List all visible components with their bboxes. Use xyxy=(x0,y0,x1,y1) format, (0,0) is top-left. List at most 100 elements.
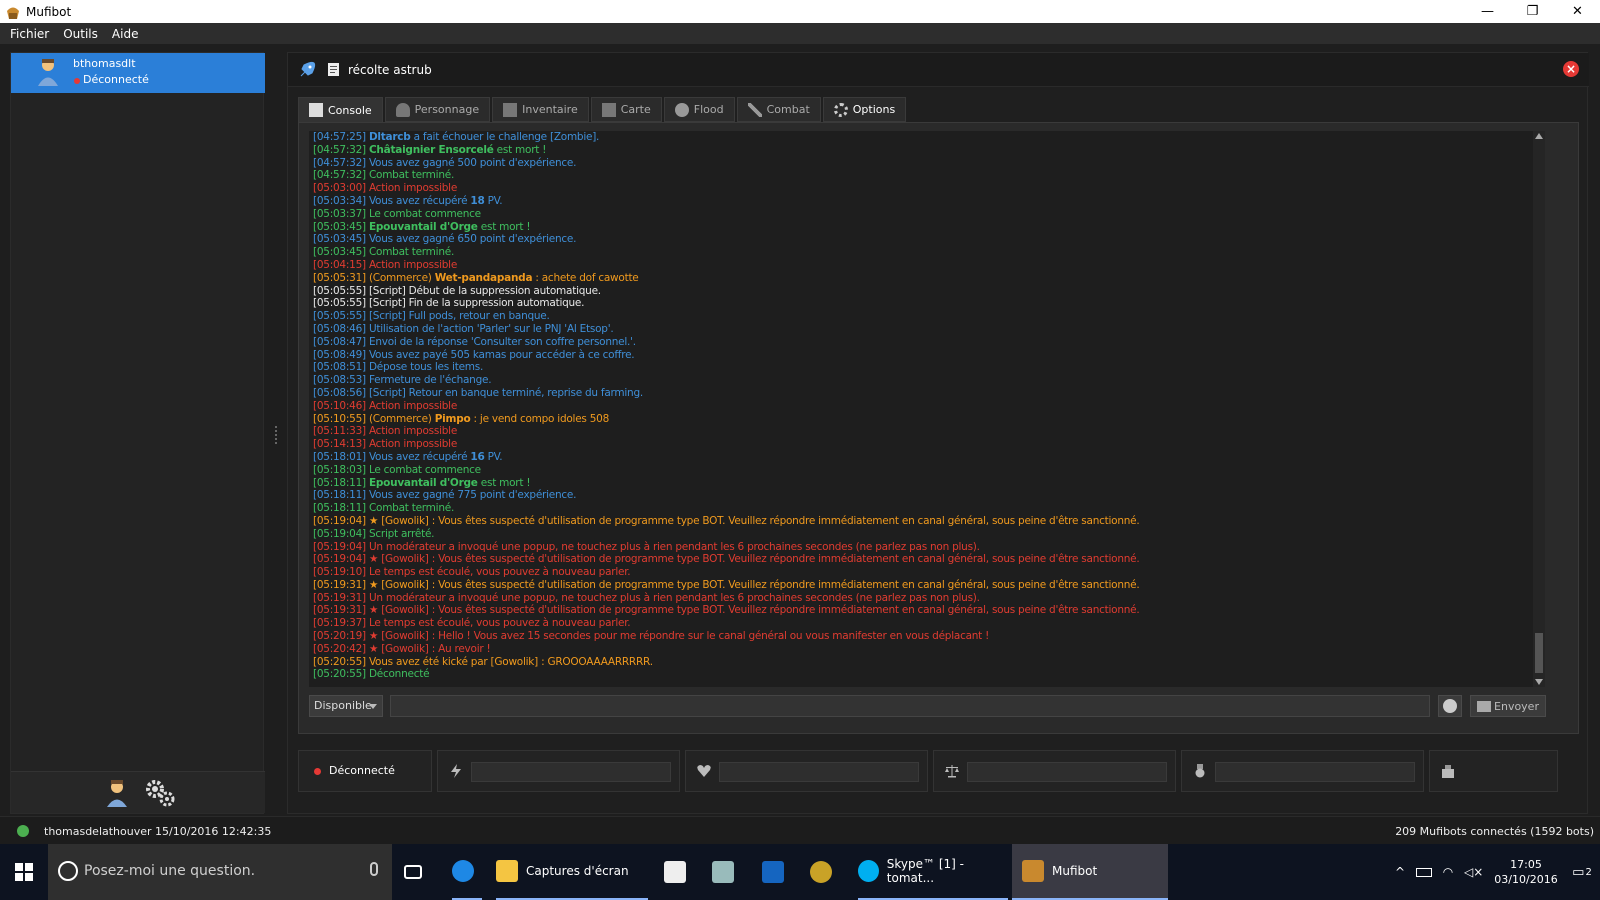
log-line: [05:05:55] [Script] Début de la suppress… xyxy=(309,285,1542,298)
smiley-icon xyxy=(1443,699,1457,713)
log-text: [05:03:45] xyxy=(313,220,369,233)
balance-scale-icon xyxy=(945,765,959,778)
scroll-down-icon[interactable] xyxy=(1535,679,1543,685)
log-text: [05:03:37] Le combat commence xyxy=(313,207,481,220)
log-text: [05:19:04] Un modérateur a invoqué une p… xyxy=(313,540,980,553)
cortana-icon xyxy=(58,861,78,881)
tab-inventaire[interactable]: Inventaire xyxy=(492,97,589,122)
log-line: [05:20:19] ★ [Gowolik] : Hello ! Vous av… xyxy=(309,630,1542,643)
chevron-down-icon xyxy=(369,704,377,709)
account-item[interactable]: bthomasdlt Déconnecté xyxy=(11,53,265,93)
status-select[interactable]: Disponible xyxy=(309,695,383,717)
log-text: [05:20:42] ★ [Gowolik] : Au revoir ! xyxy=(313,642,491,655)
log-line: [05:10:46] Action impossible xyxy=(309,400,1542,413)
tab-carte[interactable]: Carte xyxy=(590,97,662,122)
log-text: [05:20:19] ★ [Gowolik] : Hello ! Vous av… xyxy=(313,630,990,643)
log-text: [04:57:32] Combat terminé. xyxy=(313,169,455,182)
log-line: [05:19:04] Script arrêté. xyxy=(309,528,1542,541)
log-line: [05:08:47] Envoi de la réponse 'Consulte… xyxy=(309,336,1542,349)
log-line: [05:11:33] Action impossible xyxy=(309,425,1542,438)
clock[interactable]: 17:05 03/10/2016 xyxy=(1488,857,1564,887)
log-text: [05:19:10] Le temps est écoulé, vous pou… xyxy=(313,566,631,579)
microphone-icon[interactable] xyxy=(370,862,378,876)
battery-icon[interactable] xyxy=(1416,867,1432,877)
console-scrollbar[interactable] xyxy=(1533,131,1545,687)
notification-center-button[interactable]: ▭ 2 xyxy=(1564,844,1600,900)
log-text: [05:04:15] Action impossible xyxy=(313,258,458,271)
log-text: [05:08:47] Envoi de la réponse 'Consulte… xyxy=(313,335,636,348)
log-line: [05:18:11] Epouvantail d'Orge est mort ! xyxy=(309,477,1542,490)
status-select-value: Disponible xyxy=(314,699,372,712)
close-bot-button[interactable]: × xyxy=(1563,61,1579,77)
log-text: [05:18:01] Vous avez récupéré xyxy=(313,450,471,463)
tab-personnage[interactable]: Personnage xyxy=(384,97,491,122)
log-highlight: Epouvantail d'Orge xyxy=(368,476,478,489)
tab-combat[interactable]: Combat xyxy=(736,97,821,122)
log-line: [05:20:55] Vous avez été kické par [Gowo… xyxy=(309,656,1542,669)
defender-button[interactable] xyxy=(762,844,792,900)
user-avatar-icon xyxy=(38,59,58,86)
clock-time: 17:05 xyxy=(1510,858,1542,871)
log-highlight: 18 xyxy=(470,194,485,207)
chevron-up-icon[interactable]: ^ xyxy=(1392,865,1408,879)
log-line: [05:19:37] Le temps est écoulé, vous pou… xyxy=(309,617,1542,630)
log-line: [04:57:25] Dltarcb a fait échouer le cha… xyxy=(309,131,1542,144)
log-text: [05:03:34] Vous avez récupéré xyxy=(313,194,471,207)
log-text: [05:08:46] Utilisation de l'action 'Parl… xyxy=(313,322,614,335)
edge-button[interactable] xyxy=(452,844,482,900)
log-text: [05:19:31] Un modérateur a invoqué une p… xyxy=(313,591,980,604)
start-button[interactable] xyxy=(0,844,48,900)
menu-fichier[interactable]: Fichier xyxy=(10,27,49,41)
menu-aide[interactable]: Aide xyxy=(112,27,139,41)
log-text: [05:03:45] Vous avez gagné 650 point d'e… xyxy=(313,233,577,246)
computer-icon xyxy=(712,861,734,883)
log-text: [05:08:51] Dépose tous les items. xyxy=(313,361,484,374)
menu-bar: Fichier Outils Aide xyxy=(0,23,1600,44)
mufibot-taskbar-button[interactable]: Mufibot xyxy=(1012,844,1168,900)
status-bar: thomasdelathouver 15/10/2016 12:42:35 20… xyxy=(0,816,1600,844)
skype-button[interactable]: Skype™ [1] - tomat... xyxy=(858,844,1008,900)
panel-splitter[interactable] xyxy=(275,426,277,444)
user-icon[interactable] xyxy=(105,778,129,808)
skype-label: Skype™ [1] - tomat... xyxy=(886,857,964,885)
windows-taskbar: Posez-moi une question. Captures d'écran… xyxy=(0,844,1600,900)
settings-gear-icon[interactable] xyxy=(143,777,177,809)
log-text: : achete dof cawotte xyxy=(532,271,639,284)
minimize-button[interactable]: — xyxy=(1465,0,1510,23)
restore-button[interactable]: ❐ xyxy=(1510,0,1555,23)
volume-muted-icon[interactable]: ◁× xyxy=(1464,865,1483,879)
log-text: [05:19:04] ★ [Gowolik] : Vous êtes suspe… xyxy=(313,553,1140,566)
connected-count: 209 Mufibots connectés (1592 bots) xyxy=(1395,825,1594,838)
log-highlight: Pimpo xyxy=(434,412,471,425)
store-button[interactable] xyxy=(664,844,694,900)
close-window-button[interactable]: ✕ xyxy=(1555,0,1600,23)
log-text: [05:05:55] [Script] Début de la suppress… xyxy=(313,284,601,297)
log-line: [05:19:31] ★ [Gowolik] : Vous êtes suspe… xyxy=(309,604,1542,617)
tab-flood[interactable]: Flood xyxy=(663,97,735,122)
log-text: [05:05:55] [Script] Fin de la suppressio… xyxy=(313,297,585,310)
app-button[interactable] xyxy=(712,844,742,900)
task-view-button[interactable] xyxy=(404,844,430,900)
send-button[interactable]: Envoyer xyxy=(1470,695,1546,717)
cortana-search[interactable]: Posez-moi une question. xyxy=(48,844,392,900)
explorer-button[interactable]: Captures d'écran xyxy=(496,844,648,900)
edge-icon xyxy=(452,860,474,882)
task-view-icon xyxy=(404,865,422,879)
log-line: [05:03:45] Vous avez gagné 650 point d'e… xyxy=(309,233,1542,246)
log-text: [05:20:55] Vous avez été kické par [Gowo… xyxy=(313,655,653,668)
menu-outils[interactable]: Outils xyxy=(63,27,98,41)
tab-options[interactable]: Options xyxy=(822,97,907,122)
scroll-thumb[interactable] xyxy=(1535,633,1543,673)
tab-console[interactable]: Console xyxy=(298,97,383,122)
bag-icon xyxy=(1442,765,1454,778)
console-log[interactable]: [04:57:25] Dltarcb a fait échouer le cha… xyxy=(309,131,1542,687)
console-icon xyxy=(309,103,323,117)
log-line: [05:05:55] [Script] Full pods, retour en… xyxy=(309,310,1542,323)
scroll-up-icon[interactable] xyxy=(1535,133,1543,139)
emoji-button[interactable] xyxy=(1438,695,1462,717)
chat-message-input[interactable] xyxy=(390,695,1430,717)
network-icon[interactable]: ◠ xyxy=(1440,865,1456,879)
money-app-button[interactable] xyxy=(810,844,840,900)
rocket-icon[interactable] xyxy=(298,61,316,79)
log-text: [05:18:11] Combat terminé. xyxy=(313,502,455,515)
